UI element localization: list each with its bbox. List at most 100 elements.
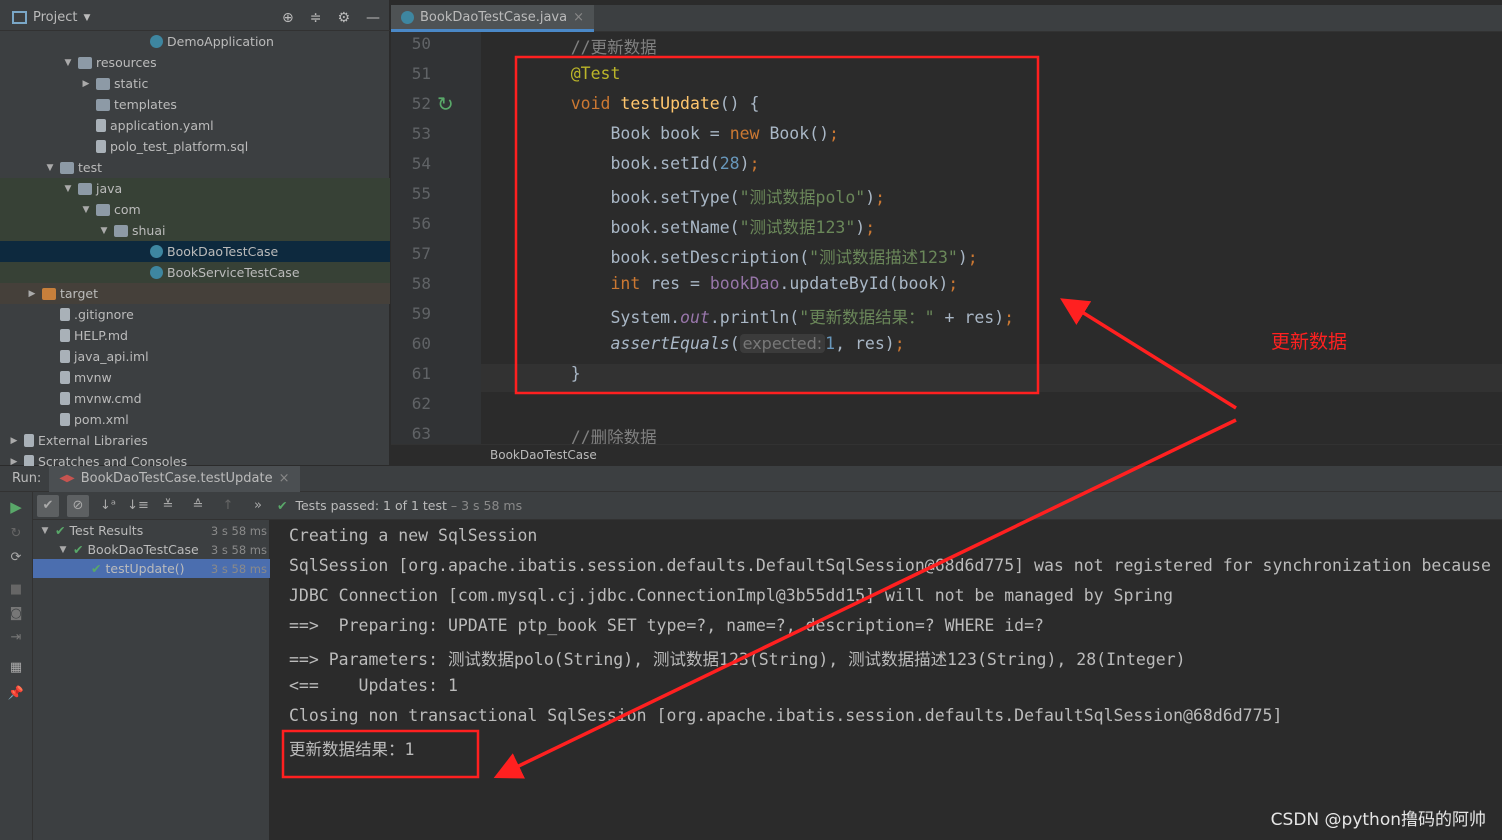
editor[interactable]: BookDaoTestCase.java × 50 51 52 53 54 55 56 57 5…: [391, 0, 1502, 465]
code-line[interactable]: book.setDescription("测试数据描述123");: [531, 244, 977, 272]
show-ignored-icon[interactable]: ⊘: [67, 494, 89, 517]
tree-item[interactable]: ▼ com: [0, 199, 390, 220]
test-result-row[interactable]: ✔ testUpdate() 3 s 58 ms: [33, 559, 270, 578]
console-line: ==> Preparing: UPDATE ptp_book SET type=…: [289, 616, 1044, 635]
code-line[interactable]: void testUpdate() {: [531, 94, 760, 122]
expand-toggle-icon[interactable]: ▼: [39, 526, 51, 536]
tree-item-label: mvnw: [74, 370, 112, 385]
code-line[interactable]: book.setId(28);: [531, 154, 759, 182]
exit-icon[interactable]: ⇥: [5, 626, 27, 648]
gutter: 50 51 52 53 54 55 56 57 58 59 60 61 62 63: [391, 32, 481, 444]
java-class-icon: [401, 10, 414, 24]
minimize-icon[interactable]: —: [366, 10, 380, 26]
rerun-icon[interactable]: ▶: [5, 496, 27, 518]
more-icon[interactable]: »: [247, 495, 269, 517]
tree-item[interactable]: mvnw: [0, 367, 390, 388]
tree-item-label: .gitignore: [74, 307, 134, 322]
file-icon: [60, 371, 70, 384]
breadcrumb[interactable]: BookDaoTestCase: [391, 444, 1502, 465]
tab-bookdaotestcase[interactable]: BookDaoTestCase.java ×: [391, 5, 594, 32]
code-line[interactable]: }: [481, 364, 1502, 392]
watermark: CSDN @python撸码的阿帅: [1270, 810, 1486, 830]
tree-item-label: pom.xml: [74, 412, 129, 427]
expand-toggle-icon[interactable]: ▼: [80, 205, 92, 215]
console-line: Creating a new SqlSession: [289, 526, 538, 545]
pin-icon[interactable]: 📌: [5, 682, 27, 704]
expand-all-icon[interactable]: ≚: [157, 495, 179, 517]
expand-toggle-icon[interactable]: ▼: [62, 184, 74, 194]
tree-item[interactable]: .gitignore: [0, 304, 390, 325]
tree-item[interactable]: application.yaml: [0, 115, 390, 136]
expand-toggle-icon[interactable]: ▶: [8, 457, 20, 467]
expand-toggle-icon[interactable]: ▼: [62, 58, 74, 68]
tree-item[interactable]: pom.xml: [0, 409, 390, 430]
tab-label: BookDaoTestCase.java: [420, 9, 568, 25]
java-class-icon: [150, 245, 163, 258]
tree-item[interactable]: ▼ resources: [0, 52, 390, 73]
tree-item[interactable]: BookDaoTestCase: [0, 241, 390, 262]
expand-toggle-icon[interactable]: ▶: [8, 436, 20, 446]
code-token: testUpdate: [620, 94, 720, 113]
folder-icon: [96, 98, 110, 111]
tree-item[interactable]: DemoApplication: [0, 31, 390, 52]
code-line[interactable]: assertEquals(expected: 1, res);: [531, 334, 905, 362]
run-test-gutter-icon[interactable]: ↻: [437, 92, 454, 116]
toggle-auto-test-icon[interactable]: ⟳: [5, 546, 27, 568]
tree-item[interactable]: ▶ External Libraries: [0, 430, 390, 451]
chevron-down-icon[interactable]: ▼: [83, 13, 90, 23]
code-line[interactable]: book.setName("测试数据123");: [531, 214, 875, 242]
rerun-failed-icon[interactable]: ↻: [5, 522, 27, 544]
sort-duration-icon[interactable]: ↓≡: [127, 495, 149, 517]
test-duration: 3 s 58 ms: [210, 561, 267, 576]
code-token: "更新数据结果：": [799, 308, 935, 327]
tree-item[interactable]: ▶ static: [0, 73, 390, 94]
close-icon[interactable]: ×: [573, 10, 584, 25]
gear-icon[interactable]: ⚙: [337, 10, 350, 26]
code-line[interactable]: //更新数据: [531, 34, 657, 62]
previous-failed-icon[interactable]: ↑: [217, 495, 239, 517]
tree-item[interactable]: ▼ java: [0, 178, 390, 199]
code-line[interactable]: int res = bookDao.updateById(book);: [531, 274, 958, 302]
tree-item[interactable]: ▼ shuai: [0, 220, 390, 241]
tree-item[interactable]: ▼ test: [0, 157, 390, 178]
collapse-icon[interactable]: ≑: [310, 10, 322, 26]
tree-item[interactable]: polo_test_platform.sql: [0, 136, 390, 157]
folder-icon: [96, 77, 110, 90]
tree-item-label: templates: [114, 97, 177, 112]
test-result-row[interactable]: ▼ ✔ BookDaoTestCase 3 s 58 ms: [33, 540, 270, 559]
line-number: 56: [411, 214, 431, 233]
tree-item-label: test: [78, 160, 103, 175]
run-tab[interactable]: ◀▶ BookDaoTestCase.testUpdate ×: [49, 465, 300, 492]
console-output[interactable]: Creating a new SqlSession SqlSession [org…: [270, 520, 1502, 840]
tree-item[interactable]: mvnw.cmd: [0, 388, 390, 409]
camera-icon[interactable]: ◙: [5, 602, 27, 624]
expand-toggle-icon[interactable]: ▼: [44, 163, 56, 173]
test-result-row[interactable]: ▼ ✔ Test Results 3 s 58 ms: [33, 521, 270, 540]
tree-item[interactable]: templates: [0, 94, 390, 115]
expand-toggle-icon[interactable]: ▼: [98, 226, 110, 236]
show-passed-icon[interactable]: ✔: [37, 494, 59, 517]
sort-alpha-icon[interactable]: ↓ᵃ: [97, 495, 119, 517]
code-line[interactable]: Book book = new Book();: [531, 124, 839, 152]
tree-item[interactable]: java_api.iml: [0, 346, 390, 367]
locate-icon[interactable]: ⊕: [282, 10, 294, 26]
tree-item[interactable]: BookServiceTestCase: [0, 262, 390, 283]
tree-item-label: HELP.md: [74, 328, 128, 343]
expand-toggle-icon[interactable]: ▶: [26, 289, 38, 299]
collapse-all-icon[interactable]: ≙: [187, 495, 209, 517]
code-line[interactable]: book.setType("测试数据polo");: [531, 184, 885, 212]
tree-item[interactable]: HELP.md: [0, 325, 390, 346]
line-number: 59: [411, 304, 431, 323]
code-line[interactable]: System.out.println("更新数据结果：" + res);: [531, 304, 1014, 332]
project-view-selector[interactable]: Project: [33, 10, 77, 25]
expand-toggle-icon[interactable]: ▶: [80, 79, 92, 89]
maven-icon: [60, 413, 70, 426]
tree-item-label: BookDaoTestCase: [167, 244, 279, 259]
close-icon[interactable]: ×: [279, 471, 290, 486]
expand-toggle-icon[interactable]: ▼: [57, 545, 69, 555]
layout-icon[interactable]: ▦: [5, 656, 27, 678]
stop-icon[interactable]: ■: [5, 578, 27, 600]
code-line[interactable]: @Test: [531, 64, 621, 92]
tree-item[interactable]: ▶ target: [0, 283, 390, 304]
line-number: 60: [411, 334, 431, 353]
